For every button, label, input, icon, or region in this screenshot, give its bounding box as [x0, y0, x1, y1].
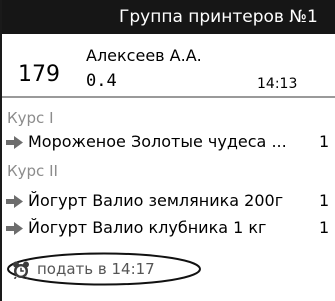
- arrow-right-icon: [6, 136, 23, 149]
- serve-time-text: подать в 14:17: [37, 260, 155, 278]
- order-number: 179: [18, 62, 60, 87]
- serve-time-badge[interactable]: подать в 14:17: [6, 252, 202, 286]
- dish-qty: 1: [319, 132, 330, 151]
- order-card: Группа принтеров №1 179 Алексеев А.А. 0.…: [0, 0, 335, 301]
- dish-row[interactable]: Йогурт Валио земляника 200г 1: [5, 190, 335, 212]
- alarm-clock-icon: [13, 261, 29, 279]
- arrow-right-icon: [6, 222, 23, 235]
- printer-group-title: Группа принтеров №1: [2, 0, 335, 34]
- course-label: Курс I: [7, 109, 54, 127]
- dish-name: Йогурт Валио клубника 1 кг: [28, 218, 267, 237]
- order-code: 0.4: [86, 71, 117, 91]
- dish-qty: 1: [319, 218, 330, 237]
- waiter-name: Алексеев А.А.: [86, 46, 202, 65]
- dish-name: Йогурт Валио земляника 200г: [28, 191, 284, 210]
- dish-row[interactable]: Йогурт Валио клубника 1 кг 1: [5, 217, 335, 239]
- course-label: Курс II: [7, 162, 58, 180]
- order-header: 179 Алексеев А.А. 0.4 14:13: [2, 34, 335, 98]
- order-time: 14:13: [257, 76, 298, 92]
- dish-qty: 1: [319, 191, 330, 210]
- dish-row[interactable]: Мороженое Золотые чудеса ... 1: [5, 131, 335, 153]
- arrow-right-icon: [6, 195, 23, 208]
- dish-name: Мороженое Золотые чудеса ...: [28, 132, 287, 151]
